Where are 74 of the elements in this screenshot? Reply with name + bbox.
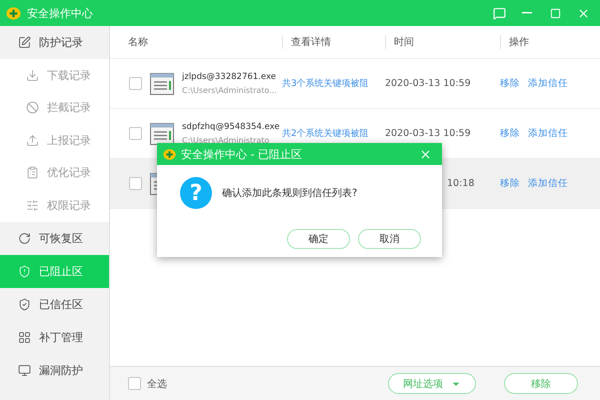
action-link[interactable]: 移除 — [500, 77, 520, 90]
file-name: sdpfzhq@9548354.exe — [182, 122, 280, 132]
sidebar-label: 已阻止区 — [39, 264, 83, 278]
file-path: C:\Users\Administrato — [182, 136, 270, 145]
sidebar-label: 防护记录 — [39, 35, 83, 50]
row-checkbox[interactable] — [129, 177, 142, 190]
select-all-checkbox[interactable] — [128, 377, 141, 390]
action-link[interactable]: 移除 — [500, 177, 520, 190]
sidebar-item[interactable]: 下载记录 — [0, 59, 109, 92]
dropdown-button[interactable]: 网址选项 — [388, 373, 476, 394]
action-link[interactable]: 移除 — [500, 127, 520, 140]
sidebar-item[interactable]: 补丁管理 — [0, 320, 109, 354]
sidebar-item[interactable]: 已信任区 — [0, 288, 109, 320]
detail-link[interactable]: 共2个系统关键项被阻 — [282, 127, 385, 140]
sliders-icon — [26, 198, 39, 212]
column-header: 时间 — [385, 35, 500, 49]
sidebar-item[interactable]: 防护记录 — [0, 26, 109, 59]
dialog-title: 安全操作中心 - 已阻止区 — [181, 146, 303, 162]
sidebar-item[interactable]: 权限记录 — [0, 189, 109, 222]
column-header: 查看详情 — [282, 35, 385, 49]
file-icon — [150, 72, 174, 94]
question-icon: ? — [180, 177, 212, 209]
monitor-icon — [18, 364, 31, 376]
column-header: 名称 — [127, 36, 149, 49]
sidebar-label: 下载记录 — [47, 68, 91, 83]
sidebar-label: 漏洞防护 — [39, 362, 83, 378]
edit-icon — [18, 36, 31, 49]
close-icon — [418, 148, 432, 160]
logo-icon — [6, 6, 21, 20]
remove-button[interactable]: 移除 — [504, 373, 578, 394]
logo-icon — [163, 148, 176, 160]
sidebar-item[interactable]: 拦截记录 — [0, 92, 109, 124]
minimize-icon — [522, 12, 532, 14]
upload-icon — [26, 134, 39, 147]
sidebar-label: 补丁管理 — [39, 330, 83, 344]
time-text: 2020-03-13 10:59 — [385, 128, 472, 139]
block-icon — [26, 101, 39, 114]
file-name: jzlpds@33282761.exe — [182, 72, 277, 82]
sidebar-item[interactable]: 优化记录 — [0, 156, 109, 189]
dialog-button[interactable]: 取消 — [358, 229, 421, 249]
file-icon — [150, 122, 174, 144]
select-all-label: 全选 — [147, 378, 167, 390]
time-text: 10:18 — [447, 178, 476, 189]
sidebar-label: 可恢复区 — [39, 230, 83, 246]
time-text: 2020-03-13 10:59 — [385, 78, 472, 89]
sidebar-item[interactable]: 已阻止区 — [0, 254, 109, 288]
grid-icon — [18, 330, 31, 344]
sidebar-label: 权限记录 — [47, 198, 91, 213]
clipboard-icon — [26, 166, 39, 180]
action-link[interactable]: 添加信任 — [528, 77, 568, 90]
action-link[interactable]: 添加信任 — [528, 177, 568, 190]
action-link[interactable]: 添加信任 — [528, 127, 568, 140]
dialog-message: 确认添加此条规则到信任列表? — [222, 186, 358, 200]
row-checkbox[interactable] — [129, 77, 142, 90]
maximize-icon — [550, 8, 560, 18]
sidebar-label: 优化记录 — [47, 165, 91, 180]
sidebar-label: 上报记录 — [47, 132, 91, 148]
download-icon — [26, 68, 39, 82]
close-icon — [576, 6, 590, 20]
feedback-icon — [492, 6, 506, 20]
sidebar-label: 拦截记录 — [47, 100, 91, 116]
dialog-button[interactable]: 确定 — [287, 229, 350, 249]
sidebar-item[interactable]: 上报记录 — [0, 124, 109, 156]
column-header: 操作 — [500, 35, 590, 49]
sidebar-item[interactable]: 漏洞防护 — [0, 354, 109, 386]
shield-check-icon — [18, 298, 31, 310]
sidebar-label: 已信任区 — [39, 296, 83, 312]
sidebar-item[interactable]: 可恢复区 — [0, 222, 109, 254]
shield-icon — [18, 264, 31, 278]
window-title: 安全操作中心 — [27, 6, 94, 20]
row-checkbox[interactable] — [129, 127, 142, 140]
refresh-icon — [18, 232, 31, 244]
file-path: C:\Users\Administrato... — [182, 86, 277, 95]
detail-link[interactable]: 共3个系统关键项被阻 — [282, 77, 385, 90]
